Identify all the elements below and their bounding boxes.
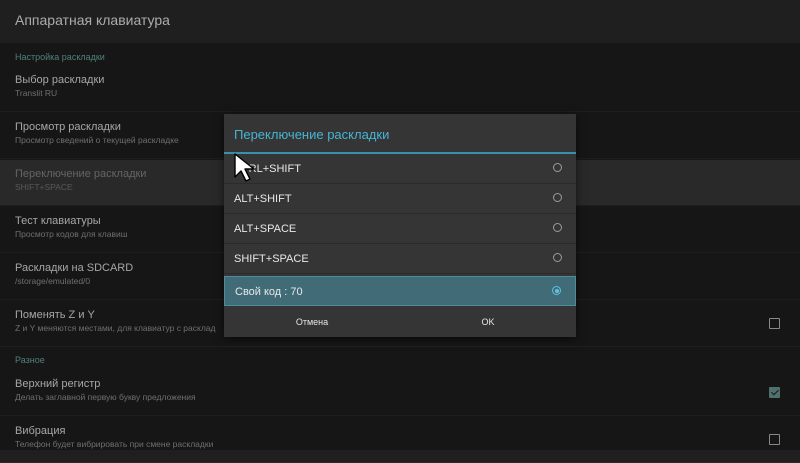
- option-label: SHIFT+SPACE: [234, 253, 309, 265]
- layout-switch-dialog: Переключение раскладки CTRL+SHIFT ALT+SH…: [224, 114, 576, 337]
- option-shift-space[interactable]: SHIFT+SPACE: [224, 244, 576, 274]
- cancel-button[interactable]: Отмена: [224, 308, 400, 337]
- dialog-title: Переключение раскладки: [234, 127, 390, 142]
- radio-button[interactable]: [553, 193, 562, 202]
- mouse-pointer-icon: [234, 153, 255, 182]
- option-label: Свой код : 70: [235, 286, 303, 298]
- option-alt-space[interactable]: ALT+SPACE: [224, 214, 576, 244]
- ok-button[interactable]: OK: [400, 308, 576, 337]
- option-label: ALT+SPACE: [234, 223, 297, 235]
- radio-button[interactable]: [553, 253, 562, 262]
- option-ctrl-shift[interactable]: CTRL+SHIFT: [224, 154, 576, 184]
- radio-button[interactable]: [553, 163, 562, 172]
- option-custom-code[interactable]: Свой код : 70: [224, 276, 576, 306]
- option-label: ALT+SHIFT: [234, 193, 292, 205]
- radio-button[interactable]: [553, 223, 562, 232]
- radio-button-selected[interactable]: [552, 286, 561, 295]
- option-alt-shift[interactable]: ALT+SHIFT: [224, 184, 576, 214]
